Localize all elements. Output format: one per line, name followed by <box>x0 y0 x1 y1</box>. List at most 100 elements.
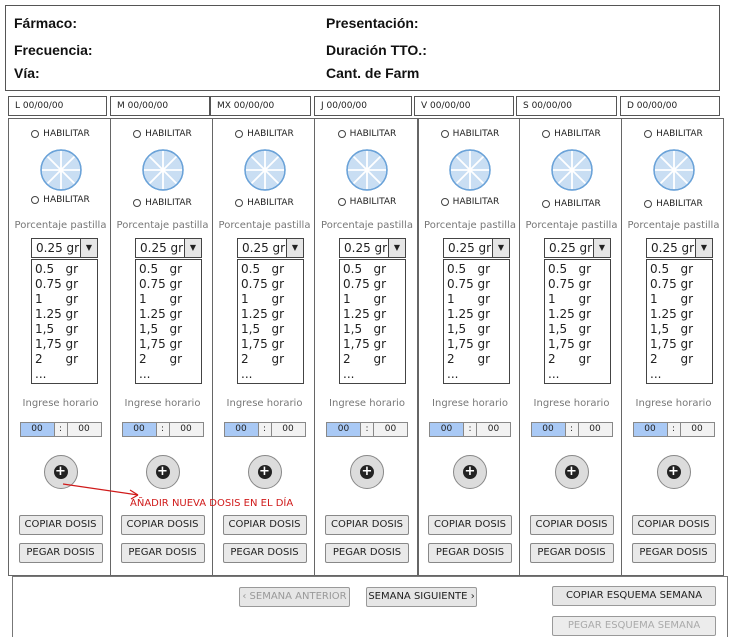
enable-radio-top[interactable]: HABILITAR <box>419 129 521 139</box>
time-input[interactable]: 00:00 <box>530 422 613 437</box>
hour-field[interactable]: 00 <box>430 423 464 436</box>
dose-option[interactable]: 1.25 gr <box>35 307 94 322</box>
dose-option[interactable]: 1 gr <box>548 292 607 307</box>
copy-dose-button[interactable]: COPIAR DOSIS <box>428 515 512 535</box>
next-week-button[interactable]: SEMANA SIGUIENTE › <box>366 587 477 607</box>
dose-option[interactable]: 0.5 gr <box>343 262 402 277</box>
time-input[interactable]: 00:00 <box>632 422 715 437</box>
hour-field[interactable]: 00 <box>531 423 566 436</box>
copy-dose-button[interactable]: COPIAR DOSIS <box>222 515 307 535</box>
enable-radio-bottom[interactable]: HABILITAR <box>520 199 623 209</box>
dose-option[interactable]: 2 gr <box>548 352 607 367</box>
enable-radio-bottom[interactable]: HABILITAR <box>419 197 521 207</box>
minute-field[interactable]: 00 <box>170 423 203 436</box>
dose-select[interactable]: 0.25 gr ▼ <box>646 238 713 258</box>
dose-option[interactable]: 0.5 gr <box>35 262 94 277</box>
dose-select[interactable]: 0.25 gr ▼ <box>339 238 406 258</box>
paste-dose-button[interactable]: PEGAR DOSIS <box>18 543 103 563</box>
copy-dose-button[interactable]: COPIAR DOSIS <box>18 515 103 535</box>
dose-option[interactable]: 1.25 gr <box>650 307 709 322</box>
dose-select[interactable]: 0.25 gr ▼ <box>443 238 510 258</box>
dose-option[interactable]: 1,5 gr <box>548 322 607 337</box>
dose-option[interactable]: 1,5 gr <box>35 322 94 337</box>
paste-dose-button[interactable]: PEGAR DOSIS <box>120 543 205 563</box>
hour-field[interactable]: 00 <box>224 423 259 436</box>
dose-option[interactable]: 1,75 gr <box>548 337 607 352</box>
dose-option[interactable]: 1.25 gr <box>447 307 506 322</box>
dose-option[interactable]: 2 gr <box>241 352 300 367</box>
dose-option[interactable]: 1,75 gr <box>241 337 300 352</box>
dose-option[interactable]: 1,5 gr <box>650 322 709 337</box>
enable-radio-bottom[interactable]: HABILITAR <box>111 198 214 208</box>
enable-radio-top[interactable]: HABILITAR <box>622 129 725 139</box>
time-input[interactable]: 00:00 <box>121 422 204 437</box>
dose-option[interactable]: 2 gr <box>139 352 198 367</box>
hour-field[interactable]: 00 <box>122 423 157 436</box>
dose-options-list[interactable]: 0.5 gr 0.75 gr 1 gr 1.25 gr 1,5 gr 1,75 gr 2 g… <box>135 259 202 384</box>
dose-option[interactable]: 1.25 gr <box>343 307 402 322</box>
dose-option[interactable]: 2 gr <box>650 352 709 367</box>
paste-dose-button[interactable]: PEGAR DOSIS <box>325 543 409 563</box>
time-input[interactable]: 00:00 <box>19 422 102 437</box>
dose-option[interactable]: 1,75 gr <box>343 337 402 352</box>
chevron-down-icon[interactable]: ▼ <box>80 239 97 257</box>
dose-option[interactable]: ... <box>447 367 506 382</box>
time-input[interactable]: 00:00 <box>223 422 306 437</box>
minute-field[interactable]: 00 <box>374 423 407 436</box>
hour-field[interactable]: 00 <box>327 423 361 436</box>
dose-option[interactable]: 1 gr <box>447 292 506 307</box>
dose-option[interactable]: 1,75 gr <box>650 337 709 352</box>
paste-dose-button[interactable]: PEGAR DOSIS <box>529 543 614 563</box>
time-input[interactable]: 00:00 <box>429 422 511 437</box>
minute-field[interactable]: 00 <box>579 423 612 436</box>
dose-option[interactable]: 1,5 gr <box>139 322 198 337</box>
dose-option[interactable]: 1.25 gr <box>241 307 300 322</box>
dose-option[interactable]: 2 gr <box>447 352 506 367</box>
enable-radio-top[interactable]: HABILITAR <box>315 129 419 139</box>
chevron-down-icon[interactable]: ▼ <box>593 239 610 257</box>
hour-field[interactable]: 00 <box>633 423 668 436</box>
copy-dose-button[interactable]: COPIAR DOSIS <box>631 515 716 535</box>
dose-option[interactable]: 0.5 gr <box>447 262 506 277</box>
enable-radio-bottom[interactable]: HABILITAR <box>622 199 725 209</box>
dose-option[interactable]: 2 gr <box>343 352 402 367</box>
dose-option[interactable]: 1 gr <box>35 292 94 307</box>
dose-option[interactable]: 1.25 gr <box>548 307 607 322</box>
minute-field[interactable]: 00 <box>681 423 714 436</box>
minute-field[interactable]: 00 <box>477 423 510 436</box>
dose-options-list[interactable]: 0.5 gr 0.75 gr 1 gr 1.25 gr 1,5 gr 1,75 gr 2 g… <box>443 259 510 384</box>
chevron-down-icon[interactable]: ▼ <box>184 239 201 257</box>
dose-options-list[interactable]: 0.5 gr 0.75 gr 1 gr 1.25 gr 1,5 gr 1,75 gr 2 g… <box>339 259 406 384</box>
add-dose-button[interactable]: + <box>247 455 282 489</box>
dose-option[interactable]: 0.75 gr <box>447 277 506 292</box>
add-dose-button[interactable]: + <box>350 455 384 489</box>
dose-option[interactable]: 0.5 gr <box>548 262 607 277</box>
chevron-down-icon[interactable]: ▼ <box>695 239 712 257</box>
dose-option[interactable]: 0.5 gr <box>650 262 709 277</box>
dose-option[interactable]: ... <box>343 367 402 382</box>
chevron-down-icon[interactable]: ▼ <box>388 239 405 257</box>
dose-option[interactable]: 0.75 gr <box>650 277 709 292</box>
paste-dose-button[interactable]: PEGAR DOSIS <box>222 543 307 563</box>
enable-radio-top[interactable]: HABILITAR <box>213 129 316 139</box>
enable-radio-bottom[interactable]: HABILITAR <box>213 198 316 208</box>
dose-option[interactable]: 1,5 gr <box>447 322 506 337</box>
dose-select[interactable]: 0.25 gr ▼ <box>135 238 202 258</box>
hour-field[interactable]: 00 <box>20 423 55 436</box>
dose-option[interactable]: 1 gr <box>650 292 709 307</box>
dose-option[interactable]: 1 gr <box>139 292 198 307</box>
dose-option[interactable]: 0.5 gr <box>241 262 300 277</box>
time-input[interactable]: 00:00 <box>326 422 408 437</box>
enable-radio-top[interactable]: HABILITAR <box>9 129 112 139</box>
dose-option[interactable]: ... <box>35 367 94 382</box>
dose-option[interactable]: ... <box>139 367 198 382</box>
dose-options-list[interactable]: 0.5 gr 0.75 gr 1 gr 1.25 gr 1,5 gr 1,75 gr 2 g… <box>31 259 98 384</box>
dose-option[interactable]: 1,75 gr <box>35 337 94 352</box>
dose-option[interactable]: 0.75 gr <box>35 277 94 292</box>
dose-options-list[interactable]: 0.5 gr 0.75 gr 1 gr 1.25 gr 1,5 gr 1,75 gr 2 g… <box>237 259 304 384</box>
dose-option[interactable]: 0.5 gr <box>139 262 198 277</box>
dose-option[interactable]: ... <box>241 367 300 382</box>
paste-dose-button[interactable]: PEGAR DOSIS <box>428 543 512 563</box>
add-dose-button[interactable]: + <box>554 455 589 489</box>
copy-dose-button[interactable]: COPIAR DOSIS <box>529 515 614 535</box>
